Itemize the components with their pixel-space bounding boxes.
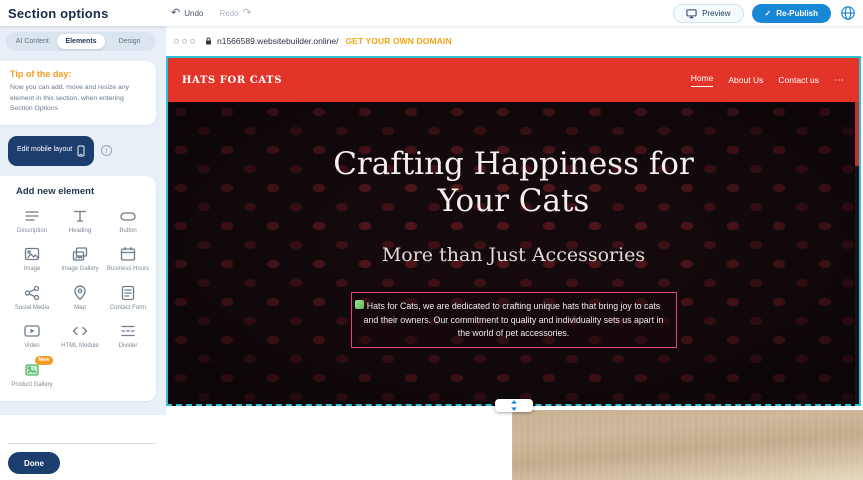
- image-icon: [22, 244, 42, 264]
- text-element-icon: [355, 300, 364, 309]
- hero-description-text: Hats for Cats, we are dedicated to craft…: [361, 300, 667, 340]
- hero-subtitle[interactable]: More than Just Accessories: [382, 244, 645, 266]
- tab-design[interactable]: Design: [105, 34, 154, 49]
- lock-icon: [204, 36, 213, 46]
- browser-bar: n1566589.websitebuilder.online/ GET YOUR…: [166, 26, 863, 56]
- nav-home[interactable]: Home: [691, 73, 714, 87]
- done-button[interactable]: Done: [8, 452, 60, 474]
- element-item-contact-form[interactable]: Contact Form: [104, 283, 152, 313]
- video-icon: [22, 321, 42, 341]
- site-url[interactable]: n1566589.websitebuilder.online/: [217, 36, 338, 46]
- redo-button[interactable]: Redo ↷: [219, 8, 251, 19]
- next-section-photo: [512, 410, 863, 480]
- check-icon: ✓: [765, 9, 772, 18]
- element-item-map[interactable]: Map: [56, 283, 104, 313]
- element-grid: Description Heading Button: [8, 206, 152, 390]
- edit-mobile-layout-button[interactable]: Edit mobile layout: [8, 136, 94, 166]
- topbar-actions: Preview ✓ Re-Publish: [673, 0, 857, 26]
- element-item-button[interactable]: Button: [104, 206, 152, 236]
- info-icon[interactable]: i: [101, 145, 112, 156]
- new-badge: New: [35, 356, 53, 365]
- element-item-heading[interactable]: Heading: [56, 206, 104, 236]
- mobile-layout-row: Edit mobile layout i: [8, 136, 166, 166]
- sidebar-footer: Done: [0, 443, 166, 480]
- topbar: Section options ↶ Undo Redo ↷ Preview ✓ …: [0, 0, 863, 26]
- tip-body: Now you can add, move and resize any ele…: [10, 83, 146, 115]
- element-item-social-media[interactable]: Social Media: [8, 283, 56, 313]
- hero-section: Crafting Happiness for Your Cats More th…: [168, 102, 859, 404]
- html-code-icon: [70, 321, 90, 341]
- add-element-title: Add new element: [16, 186, 152, 197]
- get-domain-link[interactable]: GET YOUR OWN DOMAIN: [345, 36, 451, 46]
- site-logo[interactable]: HATS FOR CATS: [182, 75, 282, 86]
- hero-title[interactable]: Crafting Happiness for Your Cats: [319, 146, 709, 220]
- phone-icon: [75, 144, 87, 158]
- map-pin-icon: [70, 283, 90, 303]
- preview-button[interactable]: Preview: [673, 4, 743, 23]
- tab-elements[interactable]: Elements: [57, 34, 106, 49]
- editor-canvas: n1566589.websitebuilder.online/ GET YOUR…: [166, 26, 863, 480]
- tip-of-the-day-card: Tip of the day: Now you can add, move an…: [0, 61, 156, 125]
- hero-description-element[interactable]: Hats for Cats, we are dedicated to craft…: [351, 292, 677, 348]
- element-item-image[interactable]: Image: [8, 244, 56, 274]
- add-element-panel: Add new element Description Heading: [0, 176, 156, 402]
- divider-icon: [118, 321, 138, 341]
- redo-label: Redo: [219, 9, 238, 18]
- sidebar-content: AI Content Elements Design Tip of the da…: [0, 26, 166, 415]
- resize-arrows-icon: [510, 400, 518, 411]
- description-icon: [22, 206, 42, 226]
- tip-title: Tip of the day:: [10, 69, 146, 79]
- heading-icon: [70, 206, 90, 226]
- element-item-description[interactable]: Description: [8, 206, 56, 236]
- footer-divider: [8, 443, 156, 444]
- social-media-icon: [22, 283, 42, 303]
- product-gallery-icon: New: [22, 360, 42, 380]
- window-dots-icon: [174, 39, 195, 44]
- element-item-video[interactable]: Video: [8, 321, 56, 351]
- sidebar-tabs: AI Content Elements Design: [6, 32, 156, 51]
- monitor-icon: [686, 8, 697, 19]
- site-header: HATS FOR CATS Home About Us Contact us ⋯: [168, 58, 859, 102]
- undo-icon: ↶: [171, 8, 180, 19]
- scrollbar-thumb[interactable]: [855, 102, 859, 166]
- site-section-preview[interactable]: HATS FOR CATS Home About Us Contact us ⋯…: [166, 56, 861, 406]
- edit-mobile-label: Edit mobile layout: [17, 146, 72, 154]
- element-item-divider[interactable]: Divider: [104, 321, 152, 351]
- contact-form-icon: [118, 283, 138, 303]
- undo-label: Undo: [184, 9, 203, 18]
- element-item-html-module[interactable]: HTML Module: [56, 321, 104, 351]
- tab-ai-content[interactable]: AI Content: [8, 34, 57, 49]
- button-icon: [118, 206, 138, 226]
- element-item-business-hours[interactable]: Business Hours: [104, 244, 152, 274]
- element-item-image-gallery[interactable]: Image Gallery: [56, 244, 104, 274]
- nav-more-icon[interactable]: ⋯: [834, 75, 845, 86]
- section-options-sidebar: AI Content Elements Design Tip of the da…: [0, 26, 166, 480]
- section-resize-handle[interactable]: [495, 399, 533, 412]
- preview-label: Preview: [702, 9, 730, 18]
- nav-about-us[interactable]: About Us: [728, 75, 763, 85]
- site-nav: Home About Us Contact us ⋯: [691, 73, 845, 87]
- preview-scrollbar[interactable]: [855, 102, 859, 404]
- republish-button[interactable]: ✓ Re-Publish: [752, 4, 831, 23]
- image-gallery-icon: [70, 244, 90, 264]
- redo-icon: ↷: [242, 8, 251, 19]
- nav-contact-us[interactable]: Contact us: [778, 75, 819, 85]
- business-hours-icon: [118, 244, 138, 264]
- element-item-product-gallery[interactable]: New Product Gallery: [8, 360, 56, 390]
- undo-button[interactable]: ↶ Undo: [171, 8, 203, 19]
- republish-label: Re-Publish: [776, 9, 818, 18]
- history-controls: ↶ Undo Redo ↷: [171, 0, 252, 26]
- language-globe-icon[interactable]: [839, 4, 857, 22]
- page-title: Section options: [8, 6, 109, 21]
